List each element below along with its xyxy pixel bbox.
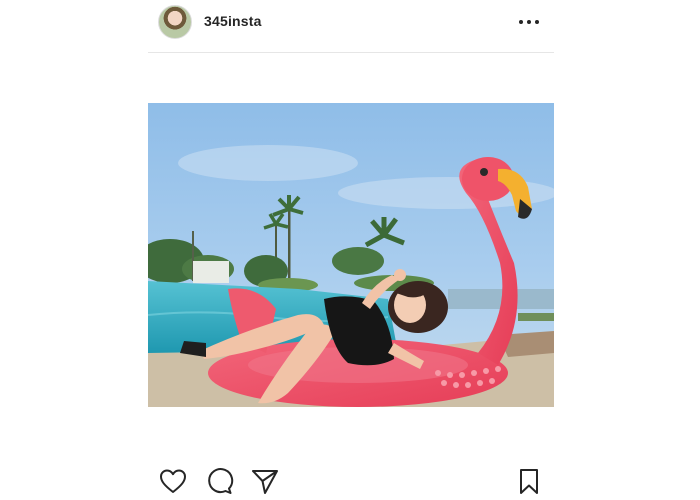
photo-illustration bbox=[148, 103, 554, 407]
more-options-icon[interactable] bbox=[518, 11, 544, 31]
post-actions bbox=[148, 460, 554, 500]
heart-icon bbox=[160, 469, 186, 493]
comment-button[interactable] bbox=[204, 466, 234, 496]
like-button[interactable] bbox=[158, 466, 188, 496]
bookmark-icon bbox=[520, 469, 538, 494]
paper-plane-icon bbox=[252, 470, 278, 494]
avatar[interactable] bbox=[158, 5, 192, 39]
username[interactable]: 345insta bbox=[204, 13, 262, 29]
post-header: 345insta bbox=[148, 0, 554, 53]
save-button[interactable] bbox=[514, 466, 544, 496]
post-photo[interactable] bbox=[148, 103, 554, 407]
share-button[interactable] bbox=[250, 466, 280, 496]
comment-icon bbox=[208, 468, 234, 494]
